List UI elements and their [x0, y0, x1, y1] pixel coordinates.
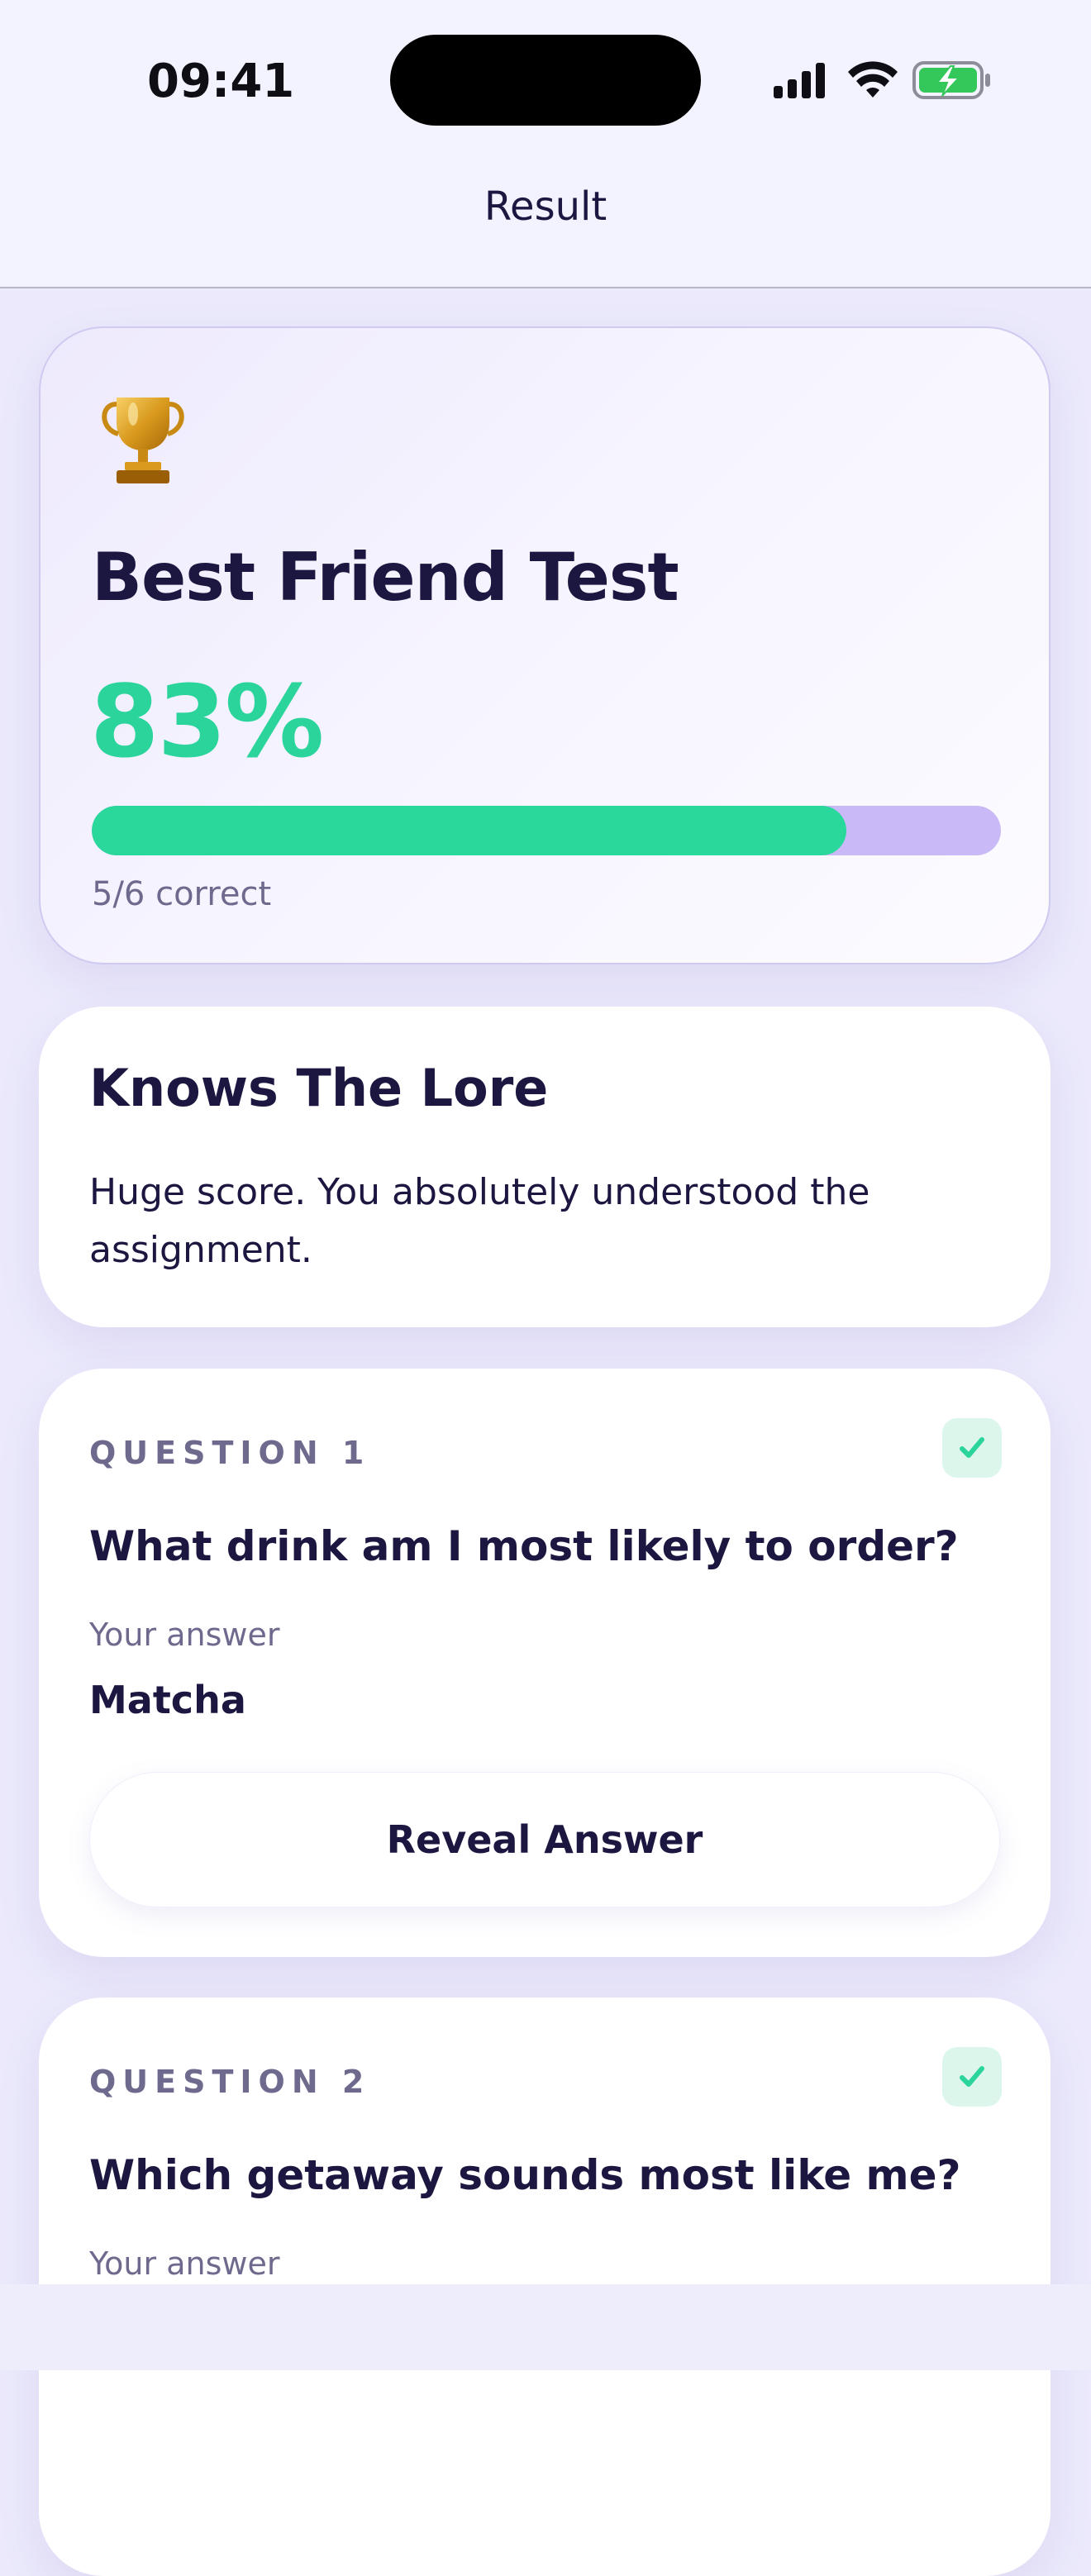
question-label: QUESTION 1: [89, 1435, 371, 1471]
status-icons-graphic: [774, 61, 990, 99]
answer-label: Your answer: [89, 1617, 280, 1653]
score-progress-bar: [92, 806, 1001, 855]
app-header: 09:41 Result: [0, 0, 1091, 288]
verdict-description: Huge score. You absolutely understood th…: [89, 1171, 870, 1271]
page-title: Result: [484, 183, 607, 230]
trophy-icon: [92, 386, 194, 488]
status-icons: [772, 58, 995, 101]
status-time: 09:41: [147, 55, 295, 108]
cellular-signal-icon: [774, 63, 825, 98]
answer-label: Your answer: [89, 2245, 280, 2282]
battery-charging-icon: [912, 61, 990, 99]
question-label: QUESTION 2: [89, 2064, 371, 2100]
score-percent: 83%: [90, 665, 324, 780]
check-icon: [960, 1437, 984, 1458]
correct-badge: [942, 1418, 1002, 1478]
correct-count: 5/6 correct: [92, 875, 272, 913]
verdict-card: Knows The Lore Huge score. You absolutel…: [39, 1007, 1051, 1327]
bottom-safe-area: [0, 2284, 1091, 2370]
score-card: Best Friend Test 83% 5/6 correct: [39, 326, 1051, 964]
question-card: QUESTION 1 What drink am I most likely t…: [39, 1369, 1051, 1957]
correct-badge: [942, 2047, 1002, 2107]
score-progress-fill: [92, 806, 846, 855]
wifi-icon: [848, 61, 898, 98]
question-text: What drink am I most likely to order?: [89, 1522, 959, 1570]
answer-value: Matcha: [89, 1678, 246, 1722]
check-icon: [960, 2066, 984, 2087]
question-text: Which getaway sounds most like me?: [89, 2151, 961, 2199]
verdict-title: Knows The Lore: [89, 1058, 549, 1118]
dynamic-island: [390, 35, 701, 126]
reveal-answer-button[interactable]: Reveal Answer: [89, 1772, 1000, 1907]
quiz-title: Best Friend Test: [92, 539, 679, 616]
